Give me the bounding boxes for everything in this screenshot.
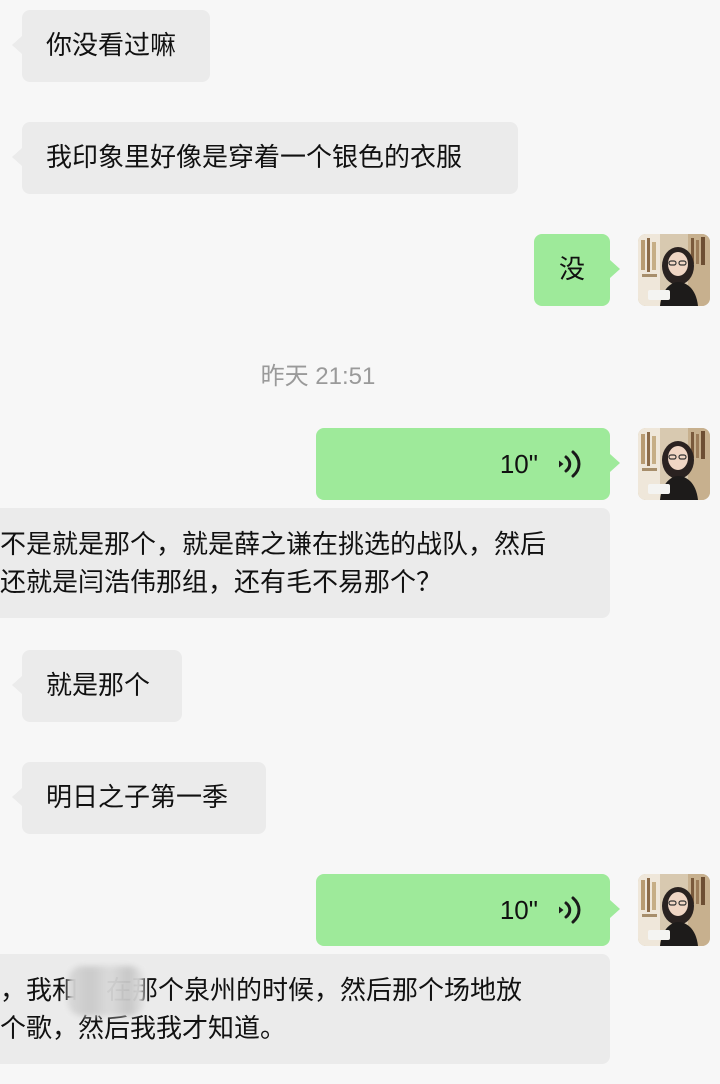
incoming-message-bubble[interactable]: 你没看过嘛 [12, 10, 210, 82]
voice-wave-icon [559, 896, 581, 924]
incoming-message-bubble[interactable]: 就是那个 [12, 650, 182, 722]
transcript-line: 不是就是那个，就是薛之谦在挑选的战队，然后 [0, 530, 547, 560]
user-avatar[interactable] [638, 874, 710, 946]
transcript-fragment: ，我和 [0, 976, 79, 1006]
message-text: 你没看过嘛 [46, 31, 177, 61]
transcript-line: 还就是闫浩伟那组，还有毛不易那个？ [0, 568, 443, 598]
voice-duration: 10" [499, 449, 538, 479]
transcript-fragment: 在那个泉州的时候，然后那个场地放 [106, 976, 523, 1006]
avatar-image [638, 874, 710, 946]
user-avatar[interactable] [638, 234, 710, 306]
redaction-blur [68, 966, 144, 1016]
voice-duration: 10" [499, 895, 538, 925]
incoming-message-bubble[interactable]: 我印象里好像是穿着一个银色的衣服 [12, 122, 518, 194]
avatar-image [638, 234, 710, 306]
incoming-message-bubble[interactable]: 明日之子第一季 [12, 762, 266, 834]
voice-wave-icon [559, 450, 581, 478]
message-text: 就是那个 [46, 671, 151, 701]
avatar-image [638, 428, 710, 500]
voice-transcript-bubble[interactable]: 不是就是那个，就是薛之谦在挑选的战队，然后 还就是闫浩伟那组，还有毛不易那个？ [0, 508, 610, 618]
voice-transcript-bubble[interactable]: ，我和 在那个泉州的时候，然后那个场地放 个歌，然后我我才知道。 [0, 954, 610, 1064]
message-text: 我印象里好像是穿着一个银色的衣服 [46, 143, 463, 173]
outgoing-message-bubble[interactable]: 没 [534, 234, 620, 306]
chat-history[interactable]: 你没看过嘛 我印象里好像是穿着一个银色的衣服 没 昨天 21:51 10" 不是… [0, 0, 720, 1084]
message-text: 没 [558, 255, 585, 285]
voice-message-bubble[interactable]: 10" [316, 428, 620, 500]
user-avatar[interactable] [638, 428, 710, 500]
message-timestamp: 昨天 21:51 [260, 363, 376, 390]
message-text: 明日之子第一季 [46, 783, 229, 813]
voice-message-bubble[interactable]: 10" [316, 874, 620, 946]
